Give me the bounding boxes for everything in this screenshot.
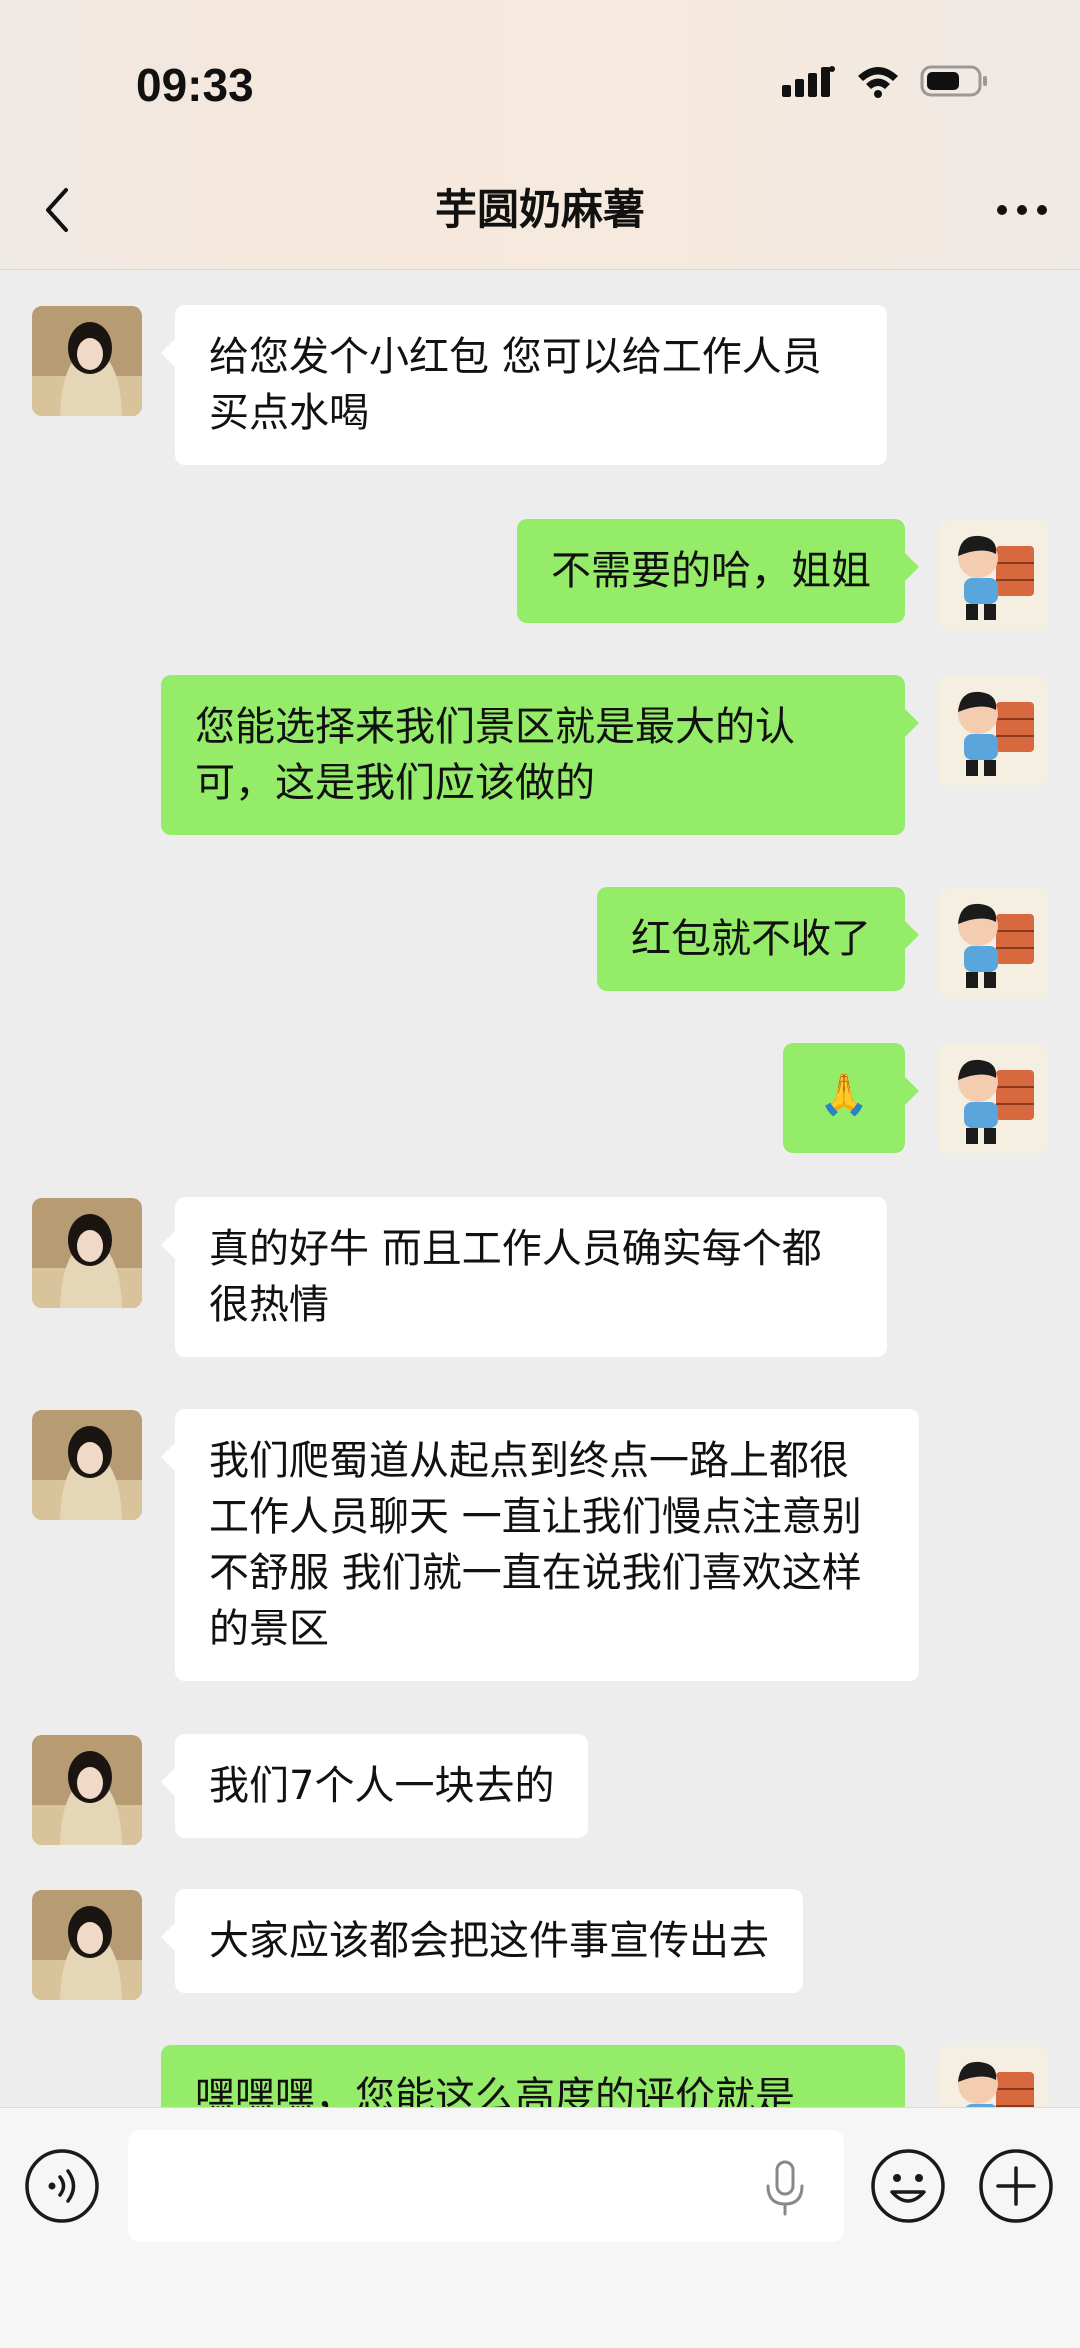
avatar[interactable] (32, 1735, 142, 1845)
message-bubble[interactable]: 大家应该都会把这件事宣传出去 (161, 1889, 803, 1993)
avatar[interactable] (32, 1890, 142, 2000)
avatar[interactable] (32, 306, 142, 416)
avatar[interactable] (938, 520, 1048, 630)
chat-area[interactable]: 给您发个小红包 您可以给工作人员买点水喝 不需要的哈，姐姐 您能选择来我们景区就… (0, 271, 1080, 2107)
avatar[interactable] (32, 1410, 142, 1520)
emoji-icon[interactable] (870, 2148, 946, 2224)
avatar[interactable] (32, 1198, 142, 1308)
avatar[interactable] (938, 888, 1048, 998)
header: 09:33 芋圆奶麻薯 (0, 0, 1080, 270)
signal-icon (782, 66, 835, 97)
avatar[interactable] (938, 2046, 1048, 2107)
avatar[interactable] (938, 1044, 1048, 1154)
input-bar (0, 2107, 1080, 2348)
chat-title: 芋圆奶麻薯 (434, 185, 645, 234)
voice-icon[interactable] (24, 2148, 100, 2224)
message-bubble[interactable]: 给您发个小红包 您可以给工作人员买点水喝 (161, 305, 887, 465)
message-input[interactable] (128, 2130, 844, 2242)
message-bubble[interactable]: 真的好牛 而且工作人员确实每个都很热情 (161, 1197, 887, 1357)
message-bubble[interactable]: 我们7个人一块去的 (160, 1734, 589, 1838)
more-dots-icon[interactable] (992, 192, 1052, 228)
plus-icon[interactable] (978, 2148, 1054, 2224)
message-bubble[interactable]: 您能选择来我们景区就是最大的认可，这是我们应该做的 (161, 675, 919, 835)
message-bubble[interactable]: 红包就不收了 (597, 887, 919, 991)
avatar[interactable] (938, 676, 1048, 786)
message-bubble[interactable]: 我们爬蜀道从起点到终点一路上都很工作人员聊天 一直让我们慢点注意别不舒服 我们就… (161, 1409, 919, 1681)
status-icons (780, 64, 990, 98)
message-bubble[interactable]: 嘿嘿嘿，您能这么高度的评价就是 (161, 2045, 905, 2107)
message-bubble[interactable]: 不需要的哈，姐姐 (517, 519, 919, 623)
mic-icon[interactable] (758, 2158, 812, 2218)
wifi-icon (858, 67, 898, 98)
message-bubble-emoji[interactable]: 🙏 (783, 1043, 919, 1153)
battery-icon (920, 65, 987, 97)
status-time: 09:33 (136, 59, 254, 111)
